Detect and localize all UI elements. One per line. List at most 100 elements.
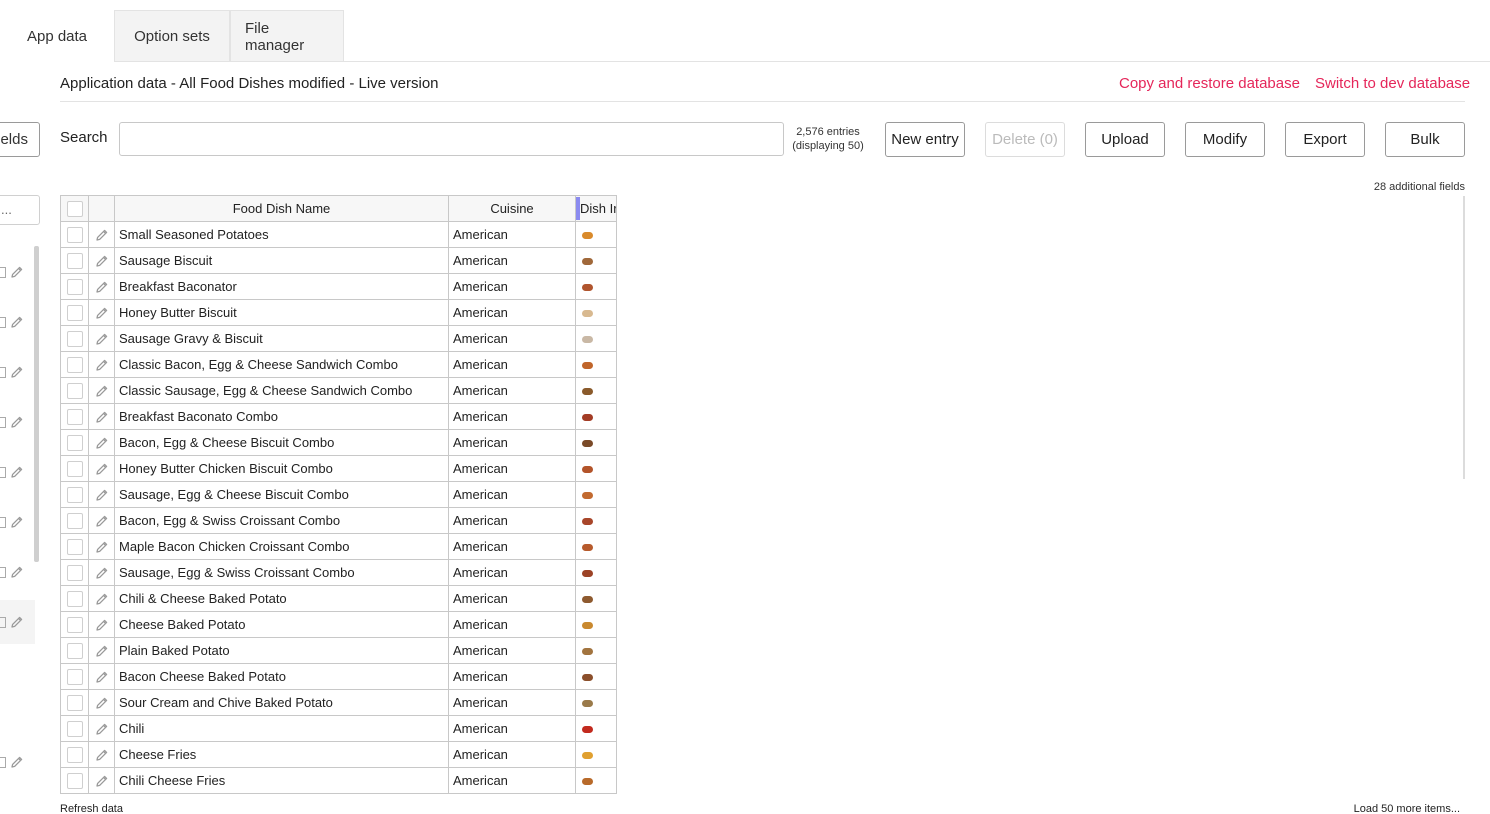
dish-image-cell[interactable]	[575, 637, 617, 664]
pencil-icon[interactable]	[95, 227, 109, 242]
food-dish-name-cell[interactable]: Plain Baked Potato	[114, 637, 449, 664]
food-dish-name-cell[interactable]: Cheese Baked Potato	[114, 611, 449, 638]
copy-icon[interactable]	[0, 516, 6, 528]
row-checkbox[interactable]	[66, 616, 83, 633]
table-row[interactable]: Classic Sausage, Egg & Cheese Sandwich C…	[60, 377, 617, 404]
dish-image-cell[interactable]	[575, 715, 617, 742]
food-dish-name-cell[interactable]: Classic Bacon, Egg & Cheese Sandwich Com…	[114, 351, 449, 378]
cuisine-cell[interactable]: American	[448, 663, 576, 690]
pencil-icon[interactable]	[95, 721, 109, 736]
food-dish-name-cell[interactable]: Bacon, Egg & Swiss Croissant Combo	[114, 507, 449, 534]
table-row[interactable]: Plain Baked Potato American	[60, 637, 617, 664]
export-button[interactable]: Export	[1285, 122, 1365, 157]
table-row[interactable]: Small Seasoned Potatoes American	[60, 221, 617, 248]
copy-icon[interactable]	[0, 756, 6, 768]
dish-image-cell[interactable]	[575, 533, 617, 560]
column-header-cuisine[interactable]: Cuisine	[448, 195, 576, 222]
copy-icon[interactable]	[0, 416, 6, 428]
dish-image-cell[interactable]	[575, 299, 617, 326]
pencil-icon[interactable]	[95, 409, 109, 424]
dish-image-cell[interactable]	[575, 247, 617, 274]
fields-button[interactable]: elds	[0, 122, 40, 157]
cuisine-cell[interactable]: American	[448, 221, 576, 248]
dish-image-cell[interactable]	[575, 351, 617, 378]
switch-dev-database-link[interactable]: Switch to dev database	[1315, 75, 1470, 92]
row-checkbox[interactable]	[66, 356, 83, 373]
table-row[interactable]: Bacon Cheese Baked Potato American	[60, 663, 617, 690]
table-row[interactable]: Maple Bacon Chicken Croissant Combo Ameri…	[60, 533, 617, 560]
pencil-icon[interactable]	[95, 643, 109, 658]
food-dish-name-cell[interactable]: Chili	[114, 715, 449, 742]
row-checkbox[interactable]	[66, 642, 83, 659]
pencil-icon[interactable]	[95, 747, 109, 762]
type-filter-input[interactable]: ...	[0, 195, 40, 225]
dish-image-cell[interactable]	[575, 403, 617, 430]
pencil-icon[interactable]	[10, 365, 24, 379]
row-checkbox[interactable]	[66, 720, 83, 737]
column-header-dish-image[interactable]: Dish Ir	[575, 195, 617, 222]
cuisine-cell[interactable]: American	[448, 455, 576, 482]
food-dish-name-cell[interactable]: Honey Butter Biscuit	[114, 299, 449, 326]
table-row[interactable]: Cheese Baked Potato American	[60, 611, 617, 638]
food-dish-name-cell[interactable]: Classic Sausage, Egg & Cheese Sandwich C…	[114, 377, 449, 404]
pencil-icon[interactable]	[10, 755, 24, 769]
table-row[interactable]: Bacon, Egg & Swiss Croissant Combo Americ…	[60, 507, 617, 534]
cuisine-cell[interactable]: American	[448, 637, 576, 664]
pencil-icon[interactable]	[10, 415, 24, 429]
pencil-icon[interactable]	[10, 315, 24, 329]
row-checkbox[interactable]	[66, 486, 83, 503]
food-dish-name-cell[interactable]: Breakfast Baconator	[114, 273, 449, 300]
upload-button[interactable]: Upload	[1085, 122, 1165, 157]
pencil-icon[interactable]	[10, 265, 24, 279]
copy-icon[interactable]	[0, 316, 6, 328]
dish-image-cell[interactable]	[575, 689, 617, 716]
food-dish-name-cell[interactable]: Chili & Cheese Baked Potato	[114, 585, 449, 612]
cuisine-cell[interactable]: American	[448, 247, 576, 274]
food-dish-name-cell[interactable]: Cheese Fries	[114, 741, 449, 768]
food-dish-name-cell[interactable]: Sausage, Egg & Cheese Biscuit Combo	[114, 481, 449, 508]
table-row[interactable]: Sausage Gravy & Biscuit American	[60, 325, 617, 352]
cuisine-cell[interactable]: American	[448, 741, 576, 768]
row-checkbox[interactable]	[66, 330, 83, 347]
copy-icon[interactable]	[0, 466, 6, 478]
row-checkbox[interactable]	[66, 538, 83, 555]
sidebar-scrollbar[interactable]	[34, 246, 39, 562]
pencil-icon[interactable]	[95, 279, 109, 294]
copy-restore-database-link[interactable]: Copy and restore database	[1119, 75, 1300, 92]
modify-button[interactable]: Modify	[1185, 122, 1265, 157]
pencil-icon[interactable]	[95, 695, 109, 710]
cuisine-cell[interactable]: American	[448, 403, 576, 430]
column-header-food-dish-name[interactable]: Food Dish Name	[114, 195, 449, 222]
dish-image-cell[interactable]	[575, 377, 617, 404]
cuisine-cell[interactable]: American	[448, 325, 576, 352]
dish-image-cell[interactable]	[575, 325, 617, 352]
dish-image-cell[interactable]	[575, 663, 617, 690]
cuisine-cell[interactable]: American	[448, 611, 576, 638]
table-row[interactable]: Honey Butter Biscuit American	[60, 299, 617, 326]
cuisine-cell[interactable]: American	[448, 559, 576, 586]
select-all-checkbox[interactable]	[66, 200, 83, 217]
bulk-button[interactable]: Bulk	[1385, 122, 1465, 157]
table-row[interactable]: Chili American	[60, 715, 617, 742]
refresh-data-link[interactable]: Refresh data	[60, 803, 123, 814]
pencil-icon[interactable]	[95, 461, 109, 476]
row-checkbox[interactable]	[66, 304, 83, 321]
food-dish-name-cell[interactable]: Honey Butter Chicken Biscuit Combo	[114, 455, 449, 482]
row-checkbox[interactable]	[66, 226, 83, 243]
table-row[interactable]: Sausage, Egg & Cheese Biscuit Combo Ameri…	[60, 481, 617, 508]
row-checkbox[interactable]	[66, 590, 83, 607]
food-dish-name-cell[interactable]: Sour Cream and Chive Baked Potato	[114, 689, 449, 716]
tab-app-data[interactable]: App data	[0, 10, 114, 62]
table-row[interactable]: Honey Butter Chicken Biscuit Combo Americ…	[60, 455, 617, 482]
row-checkbox[interactable]	[66, 460, 83, 477]
row-checkbox[interactable]	[66, 278, 83, 295]
food-dish-name-cell[interactable]: Sausage, Egg & Swiss Croissant Combo	[114, 559, 449, 586]
dish-image-cell[interactable]	[575, 221, 617, 248]
pencil-icon[interactable]	[95, 565, 109, 580]
food-dish-name-cell[interactable]: Sausage Biscuit	[114, 247, 449, 274]
food-dish-name-cell[interactable]: Chili Cheese Fries	[114, 767, 449, 794]
dish-image-cell[interactable]	[575, 741, 617, 768]
pencil-icon[interactable]	[95, 383, 109, 398]
row-checkbox[interactable]	[66, 746, 83, 763]
table-row[interactable]: Cheese Fries American	[60, 741, 617, 768]
